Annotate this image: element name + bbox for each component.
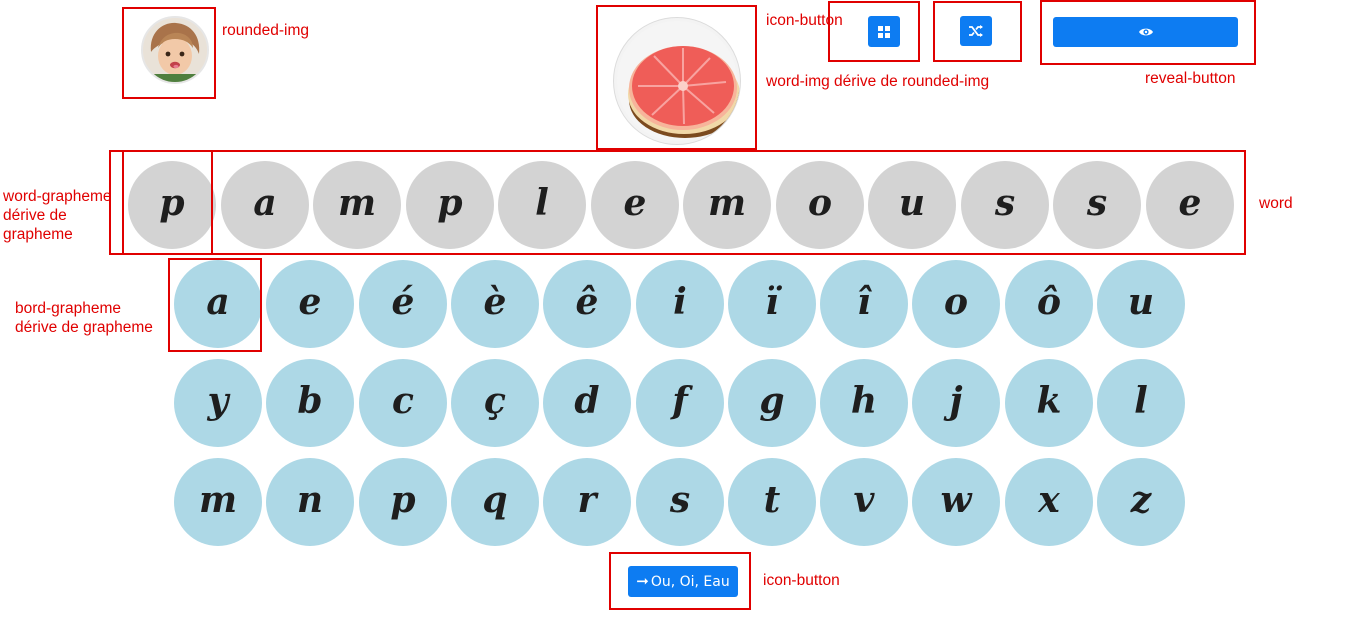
annotation-label-rounded-img: rounded-img (222, 22, 310, 39)
board-grapheme[interactable]: f (636, 359, 724, 447)
board-grapheme[interactable]: m (174, 458, 262, 546)
annotation-box-bord-grapheme (168, 258, 262, 352)
annotation-box-word-img (596, 5, 757, 150)
annotation-label-bord-grapheme: bord-grapheme dérive de grapheme (15, 300, 153, 336)
board-grapheme[interactable]: p (359, 458, 447, 546)
board-grapheme[interactable]: s (636, 458, 724, 546)
board-grapheme[interactable]: g (728, 359, 816, 447)
board-grapheme[interactable]: é (359, 260, 447, 348)
board-grapheme[interactable]: j (912, 359, 1000, 447)
annotation-box-word-grapheme (122, 150, 213, 255)
board-grapheme[interactable]: h (820, 359, 908, 447)
board-grapheme[interactable]: k (1005, 359, 1093, 447)
board-grapheme[interactable]: d (543, 359, 631, 447)
board-grapheme[interactable]: z (1097, 458, 1185, 546)
annotation-box-grid-button (828, 1, 920, 62)
annotation-label-word-img: word-img dérive de rounded-img (766, 73, 990, 90)
board-grapheme[interactable]: ç (451, 359, 539, 447)
board-grapheme[interactable]: v (820, 458, 908, 546)
board-grapheme[interactable]: w (912, 458, 1000, 546)
annotation-box-next-button (609, 552, 751, 610)
board-grapheme[interactable]: u (1097, 260, 1185, 348)
annotation-box-shuffle-button (933, 1, 1022, 62)
board-grapheme[interactable]: e (266, 260, 354, 348)
board-grapheme[interactable]: c (359, 359, 447, 447)
board-grapheme[interactable]: q (451, 458, 539, 546)
board-grapheme[interactable]: è (451, 260, 539, 348)
annotation-label-icon-button-bottom: icon-button (763, 572, 840, 589)
annotation-box-reveal-button (1040, 0, 1256, 65)
board-grapheme[interactable]: x (1005, 458, 1093, 546)
board-grapheme[interactable]: i (636, 260, 724, 348)
annotation-label-reveal-button: reveal-button (1145, 70, 1236, 87)
annotation-box-rounded-img (122, 7, 216, 99)
board-grapheme[interactable]: l (1097, 359, 1185, 447)
board-grapheme[interactable]: b (266, 359, 354, 447)
board-grapheme[interactable]: t (728, 458, 816, 546)
board-grapheme[interactable]: ê (543, 260, 631, 348)
board-grapheme[interactable]: ï (728, 260, 816, 348)
board-grapheme[interactable]: î (820, 260, 908, 348)
board-grapheme[interactable]: o (912, 260, 1000, 348)
board-grapheme[interactable]: n (266, 458, 354, 546)
annotation-box-word (109, 150, 1246, 255)
board-grapheme[interactable]: ô (1005, 260, 1093, 348)
board-grapheme[interactable]: y (174, 359, 262, 447)
board-grapheme[interactable]: r (543, 458, 631, 546)
annotation-label-word: word (1259, 195, 1293, 212)
annotation-label-word-grapheme: word-grapheme dérive de grapheme (3, 188, 112, 243)
